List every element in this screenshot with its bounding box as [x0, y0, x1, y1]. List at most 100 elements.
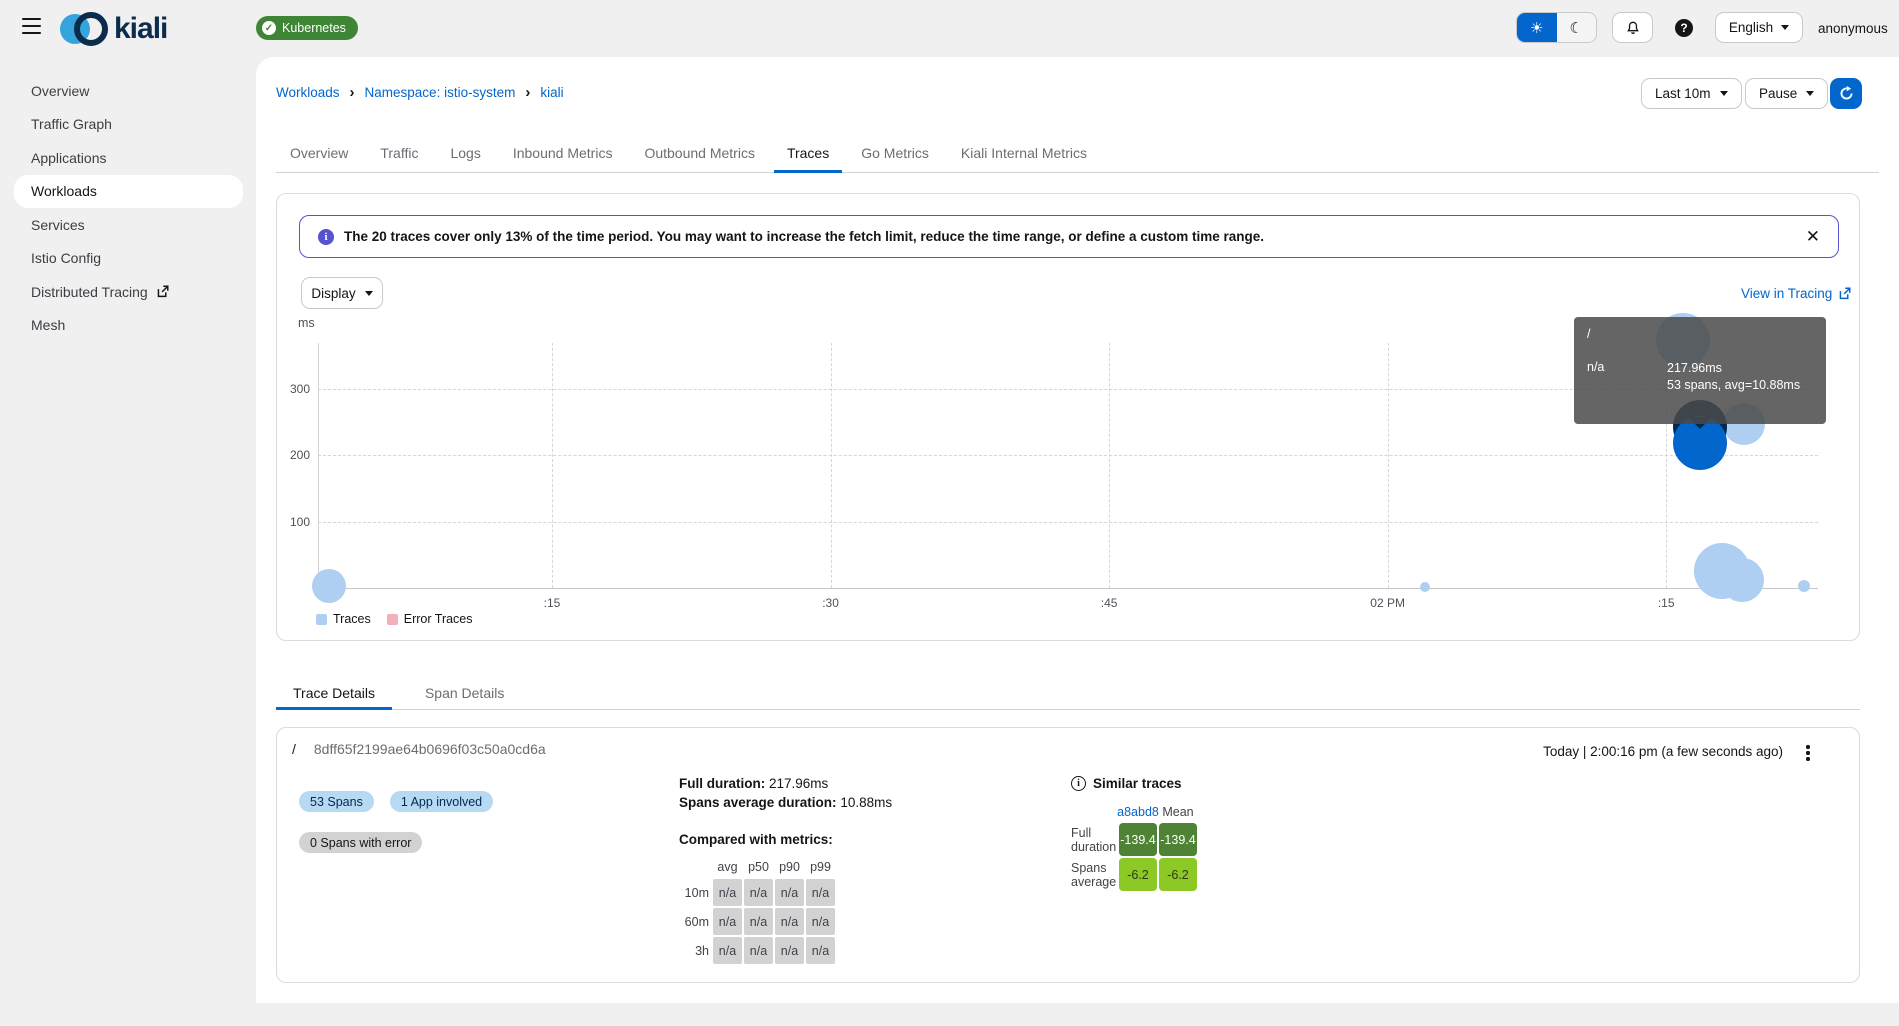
trace-timestamp: Today | 2:00:16 pm (a few seconds ago): [1543, 744, 1783, 759]
spans-avg-value: 10.88ms: [840, 795, 892, 810]
alert-message: The 20 traces cover only 13% of the time…: [344, 229, 1264, 244]
kubernetes-badge-label: Kubernetes: [282, 21, 346, 35]
detail-tabs: Trace Details Span Details: [276, 676, 1860, 710]
sidebar-item-services[interactable]: Services: [0, 208, 256, 242]
x-tick-label: :30: [801, 596, 861, 610]
trace-bubble[interactable]: [312, 569, 346, 603]
kiali-logo: kiali: [60, 9, 167, 49]
metrics-col-p99: p99: [806, 857, 835, 877]
x-gridline: [552, 343, 553, 588]
trace-heading: / 8dff65f2199ae64b0696f03c50a0cd6a: [292, 741, 546, 757]
metrics-col-p90: p90: [775, 857, 804, 877]
x-gridline: [831, 343, 832, 588]
view-in-tracing-link[interactable]: View in Tracing: [1741, 286, 1851, 301]
breadcrumb-workload-name[interactable]: kiali: [540, 85, 563, 100]
chevron-down-icon: [1781, 25, 1789, 30]
trace-bubble[interactable]: [1420, 582, 1430, 592]
tab-kiali-internal-metrics[interactable]: Kiali Internal Metrics: [948, 134, 1100, 172]
full-duration-value: 217.96ms: [769, 776, 828, 791]
refresh-button[interactable]: [1830, 78, 1862, 109]
trace-tooltip: / n/a 217.96ms 53 spans, avg=10.88ms: [1574, 317, 1826, 424]
y-gridline: [318, 522, 1818, 523]
legend-traces[interactable]: Traces: [316, 612, 371, 626]
language-select[interactable]: English: [1715, 12, 1803, 43]
trace-prefix: /: [292, 741, 296, 757]
user-menu[interactable]: anonymous: [1818, 21, 1888, 36]
brand-name: kiali: [114, 12, 167, 46]
similar-traces: i Similar traces a8abd8 Mean Full durati…: [1071, 776, 1199, 893]
menu-toggle-icon[interactable]: [22, 18, 41, 34]
tab-overview[interactable]: Overview: [277, 134, 361, 172]
sidebar-item-distributed-tracing[interactable]: Distributed Tracing: [0, 275, 256, 309]
traces-chart-card: i The 20 traces cover only 13% of the ti…: [276, 193, 1860, 641]
tab-trace-details[interactable]: Trace Details: [276, 676, 392, 709]
sidebar: Overview Traffic Graph Applications Work…: [0, 57, 256, 1026]
metrics-col-avg: avg: [713, 857, 742, 877]
tab-go-metrics[interactable]: Go Metrics: [848, 134, 942, 172]
metrics-comparison-table: avg p50 p90 p99 10m n/a n/a n/a n/a 60m …: [679, 857, 892, 964]
spans-error-badge: 0 Spans with error: [299, 832, 422, 853]
metrics-row-60m: 60m n/a n/a n/a n/a: [679, 908, 892, 935]
light-theme-button[interactable]: ☀: [1517, 13, 1557, 42]
chart-legend: Traces Error Traces: [316, 612, 473, 626]
workload-tabs: Overview Traffic Logs Inbound Metrics Ou…: [276, 134, 1879, 173]
tab-span-details[interactable]: Span Details: [408, 676, 521, 709]
x-tick-label: 02 PM: [1358, 596, 1418, 610]
trace-details-card: / 8dff65f2199ae64b0696f03c50a0cd6a Today…: [276, 727, 1860, 983]
full-duration-label: Full duration:: [679, 776, 765, 791]
trace-bubble[interactable]: [1798, 580, 1810, 592]
metrics-row-10m: 10m n/a n/a n/a n/a: [679, 879, 892, 906]
y-gridline: [318, 455, 1818, 456]
tab-traces[interactable]: Traces: [774, 134, 842, 172]
legend-traces-swatch: [316, 614, 327, 625]
y-tick-label: 200: [277, 448, 310, 462]
notifications-button[interactable]: [1612, 12, 1653, 43]
chevron-down-icon: [1806, 91, 1814, 96]
help-button[interactable]: ?: [1675, 19, 1693, 37]
info-icon: i: [318, 229, 334, 245]
legend-error-traces-swatch: [387, 614, 398, 625]
sidebar-item-workloads[interactable]: Workloads: [14, 175, 243, 209]
refresh-interval-select[interactable]: Pause: [1745, 78, 1828, 109]
y-axis-unit-label: ms: [298, 316, 315, 330]
chevron-down-icon: [1720, 91, 1728, 96]
tab-traffic[interactable]: Traffic: [367, 134, 431, 172]
refresh-icon: [1839, 86, 1854, 101]
trace-bubble[interactable]: [1720, 558, 1764, 602]
info-circle-icon: i: [1071, 776, 1086, 791]
tooltip-spans: 53 spans, avg=10.88ms: [1667, 377, 1800, 394]
kebab-menu-button[interactable]: [1801, 743, 1815, 763]
tab-logs[interactable]: Logs: [437, 134, 493, 172]
sidebar-item-traffic-graph[interactable]: Traffic Graph: [0, 108, 256, 142]
tab-inbound-metrics[interactable]: Inbound Metrics: [500, 134, 626, 172]
time-range-select[interactable]: Last 10m: [1641, 78, 1742, 109]
kubernetes-badge: ✓ Kubernetes: [256, 16, 358, 40]
sidebar-item-mesh[interactable]: Mesh: [0, 309, 256, 343]
y-axis-line: [318, 343, 319, 588]
sidebar-item-applications[interactable]: Applications: [0, 141, 256, 175]
sidebar-item-overview[interactable]: Overview: [0, 74, 256, 108]
legend-error-traces[interactable]: Error Traces: [387, 612, 473, 626]
info-alert: i The 20 traces cover only 13% of the ti…: [299, 215, 1839, 258]
tooltip-title: /: [1587, 327, 1813, 341]
similar-mean-col: Mean: [1159, 803, 1197, 821]
breadcrumb-namespace[interactable]: Namespace: istio-system: [365, 85, 516, 100]
external-link-icon: [1838, 287, 1851, 300]
tab-outbound-metrics[interactable]: Outbound Metrics: [631, 134, 768, 172]
breadcrumb-workloads[interactable]: Workloads: [276, 85, 340, 100]
metrics-row-3h: 3h n/a n/a n/a n/a: [679, 937, 892, 964]
chevron-right-icon: ›: [525, 84, 530, 101]
y-tick-label: 100: [277, 515, 310, 529]
tooltip-duration: 217.96ms: [1667, 360, 1800, 377]
dark-theme-button[interactable]: ☾: [1557, 13, 1597, 42]
language-label: English: [1729, 20, 1773, 35]
bell-icon: [1625, 20, 1641, 36]
similar-traces-table: a8abd8 Mean Full duration -139.4 -139.4 …: [1071, 803, 1199, 891]
y-tick-label: 300: [277, 382, 310, 396]
close-icon[interactable]: ✕: [1806, 228, 1820, 245]
sidebar-item-istio-config[interactable]: Istio Config: [0, 242, 256, 276]
apps-involved-badge: 1 App involved: [390, 791, 493, 812]
x-gridline: [1109, 343, 1110, 588]
x-tick-label: :15: [522, 596, 582, 610]
similar-trace-link[interactable]: a8abd8: [1119, 803, 1157, 821]
